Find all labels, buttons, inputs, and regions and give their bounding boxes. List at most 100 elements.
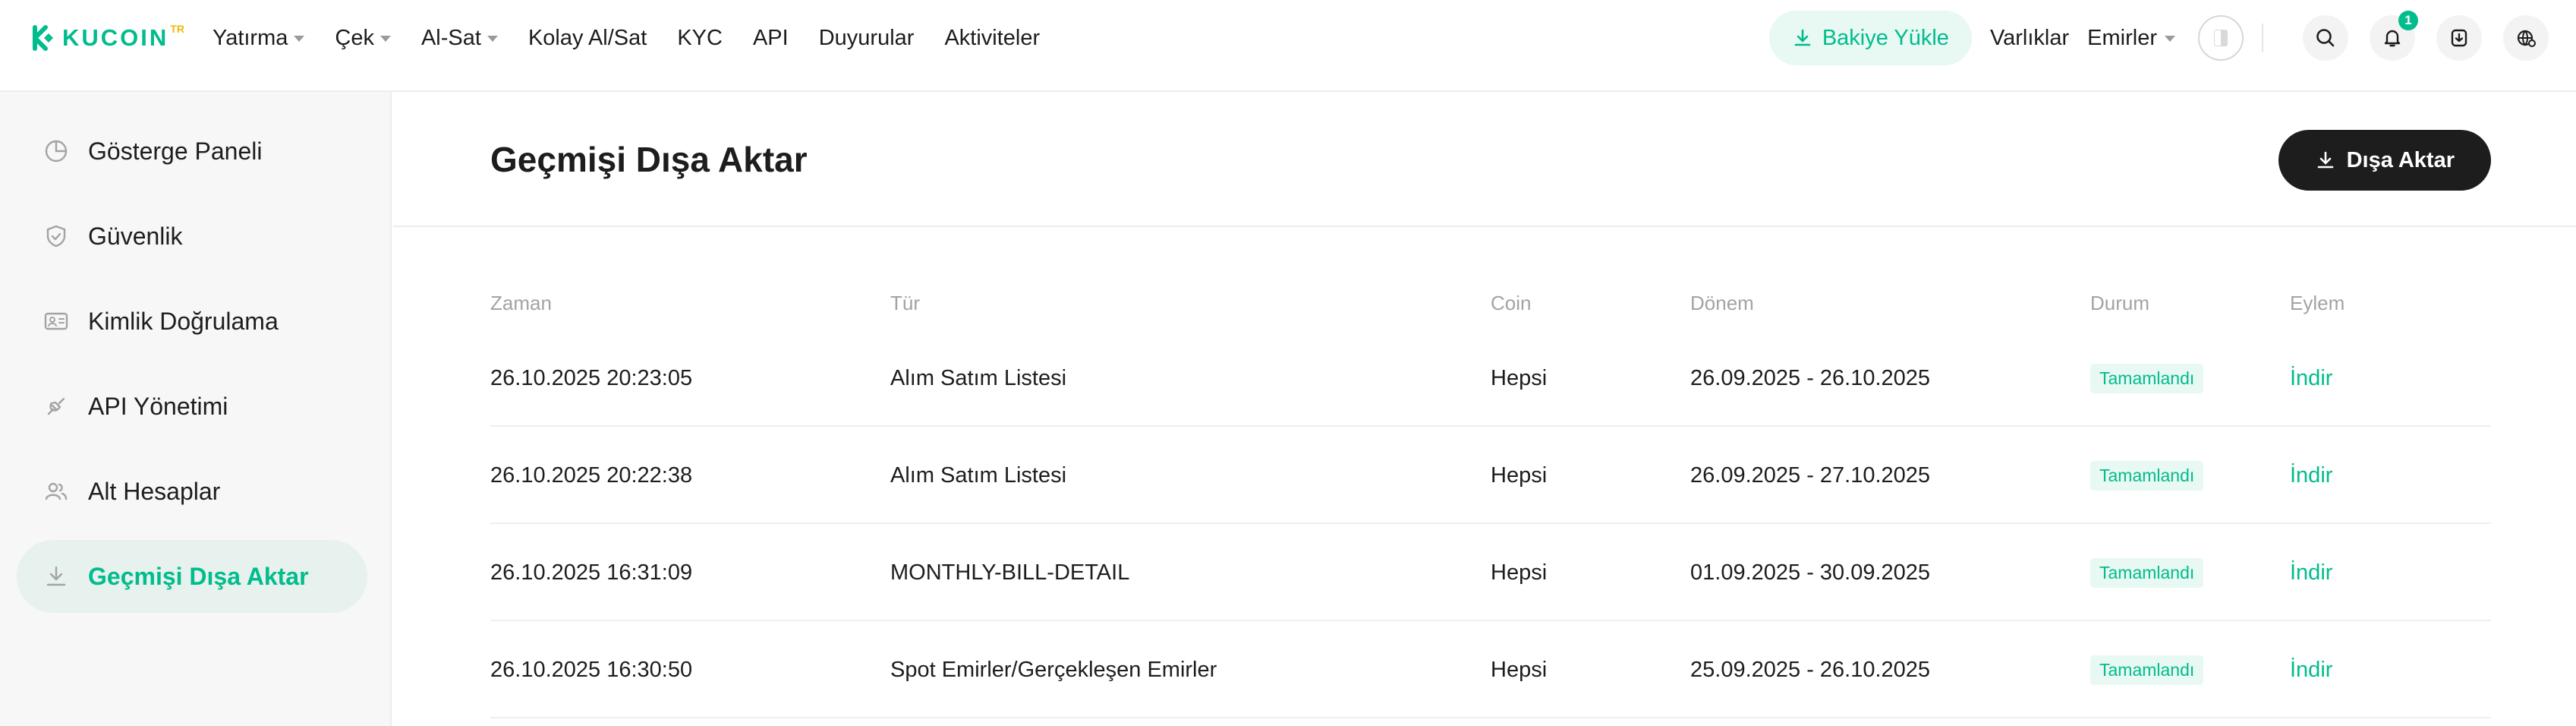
users-icon xyxy=(41,476,71,507)
theme-icon xyxy=(2214,30,2228,46)
caret-down-icon xyxy=(294,36,305,42)
sidebar-item-label: Güvenlik xyxy=(88,222,183,250)
sidebar-item-label: Alt Hesaplar xyxy=(88,477,221,505)
top-navbar: KUCOIN TR Yatırma Çek Al-Sat Kolay Al/Sa… xyxy=(0,0,2576,92)
bell-icon xyxy=(2384,30,2401,47)
sidebar-item-security[interactable]: Güvenlik xyxy=(17,200,367,273)
column-header-time: Zaman xyxy=(490,292,552,314)
cell-action: İndir xyxy=(2290,330,2332,427)
cell-period: 26.09.2025 - 26.10.2025 xyxy=(1690,365,1931,390)
notifications-button[interactable]: 1 xyxy=(2370,11,2418,61)
logo-text: KUCOIN xyxy=(62,24,169,51)
sidebar-item-label: Gösterge Paneli xyxy=(88,137,263,165)
sidebar-item-sub-accounts[interactable]: Alt Hesaplar xyxy=(17,455,367,528)
status-badge: Tamamlandı xyxy=(2090,363,2204,393)
account-sidebar: Gösterge Paneli Güvenlik Kimlik Doğrulam… xyxy=(0,92,392,726)
cell-status: Tamamlandı xyxy=(2090,621,2204,718)
nav-label: Aktiviteler xyxy=(944,25,1041,50)
nav-label: Yatırma xyxy=(213,25,288,50)
header-divider xyxy=(2262,24,2263,52)
download-icon xyxy=(41,561,71,592)
nav-label: Al-Sat xyxy=(420,25,481,50)
cell-action: İndir xyxy=(2290,427,2332,524)
nav-label: KYC xyxy=(677,25,723,50)
sidebar-item-api[interactable]: API Yönetimi xyxy=(17,370,367,443)
nav-label: Çek xyxy=(335,25,374,50)
api-plug-icon xyxy=(41,391,71,421)
cell-coin: Hepsi xyxy=(1491,657,1548,682)
status-badge: Tamamlandı xyxy=(2090,557,2204,588)
nav-kyc[interactable]: KYC xyxy=(677,26,723,51)
orders-dropdown[interactable]: Emirler xyxy=(2087,26,2175,51)
nav-label: Kolay Al/Sat xyxy=(527,25,647,50)
assets-link[interactable]: Varlıklar xyxy=(1990,26,2069,51)
download-link[interactable]: İndir xyxy=(2290,560,2332,586)
globe-icon xyxy=(2517,30,2536,47)
column-header-action: Eylem xyxy=(2290,292,2345,314)
table-row: 26.10.2025 16:31:09 MONTHLY-BILL-DETAIL … xyxy=(490,524,2491,621)
sidebar-item-dashboard[interactable]: Gösterge Paneli xyxy=(17,115,367,188)
cell-time: 26.10.2025 16:30:50 xyxy=(490,657,693,682)
export-history-table: Zaman Tür Coin Dönem Durum Eylem 26.10.2… xyxy=(490,281,2491,718)
cell-time: 26.10.2025 20:23:05 xyxy=(490,365,693,390)
nav-label: API xyxy=(752,25,789,50)
sidebar-item-export-history[interactable]: Geçmişi Dışa Aktar xyxy=(17,540,367,613)
header-actions: Bakiye Yükle Varlıklar Emirler 1 xyxy=(1768,11,2549,65)
cell-type: Alım Satım Listesi xyxy=(890,462,1067,488)
deposit-label: Bakiye Yükle xyxy=(1822,25,1949,50)
assets-label: Varlıklar xyxy=(1989,25,2070,50)
kucoin-logo-icon xyxy=(33,25,53,51)
caret-down-icon xyxy=(487,36,498,42)
cell-coin: Hepsi xyxy=(1491,462,1548,488)
cell-period: 26.09.2025 - 27.10.2025 xyxy=(1690,462,1931,488)
table-header: Zaman Tür Coin Dönem Durum Eylem xyxy=(490,281,2491,330)
column-header-status: Durum xyxy=(2090,292,2150,314)
logo-region: TR xyxy=(170,23,184,35)
nav-label: Duyurular xyxy=(818,25,915,50)
download-link[interactable]: İndir xyxy=(2290,658,2332,683)
caret-down-icon xyxy=(379,36,391,42)
sidebar-item-label: Geçmişi Dışa Aktar xyxy=(88,562,309,590)
page-title: Geçmişi Dışa Aktar xyxy=(490,140,808,179)
nav-aktiviteler[interactable]: Aktiviteler xyxy=(944,26,1040,51)
language-button[interactable] xyxy=(2503,15,2549,61)
download-box-icon xyxy=(2451,29,2467,47)
nav-yatirma[interactable]: Yatırma xyxy=(213,25,305,51)
nav-cek[interactable]: Çek xyxy=(335,26,391,51)
main-nav: Yatırma Çek Al-Sat Kolay Al/Sat KYC API … xyxy=(213,23,1040,53)
deposit-button[interactable]: Bakiye Yükle xyxy=(1768,11,1972,65)
cell-status: Tamamlandı xyxy=(2090,524,2204,621)
sidebar-item-label: Kimlik Doğrulama xyxy=(88,307,279,335)
app-download-button[interactable] xyxy=(2436,15,2482,61)
sidebar-item-identity[interactable]: Kimlik Doğrulama xyxy=(17,285,367,358)
nav-al-sat[interactable]: Al-Sat xyxy=(421,26,498,51)
orders-label: Emirler xyxy=(2087,25,2157,50)
export-button[interactable]: Dışa Aktar xyxy=(2278,130,2491,191)
cell-status: Tamamlandı xyxy=(2090,330,2204,427)
search-button[interactable] xyxy=(2303,15,2348,61)
table-row: 26.10.2025 20:22:38 Alım Satım Listesi H… xyxy=(490,427,2491,524)
cell-time: 26.10.2025 20:22:38 xyxy=(490,462,693,488)
caret-down-icon xyxy=(2165,36,2175,42)
cell-coin: Hepsi xyxy=(1491,560,1548,585)
pie-chart-icon xyxy=(41,136,71,166)
shield-icon xyxy=(41,221,71,251)
download-link[interactable]: İndir xyxy=(2290,366,2332,391)
nav-kolay-al-sat[interactable]: Kolay Al/Sat xyxy=(528,26,647,51)
nav-api[interactable]: API xyxy=(753,26,789,51)
download-link[interactable]: İndir xyxy=(2290,463,2332,488)
table-row: 26.10.2025 16:30:50 Spot Emirler/Gerçekl… xyxy=(490,621,2491,718)
column-header-coin: Coin xyxy=(1491,292,1532,314)
theme-toggle[interactable] xyxy=(2198,15,2244,61)
sidebar-item-label: API Yönetimi xyxy=(88,392,228,420)
nav-duyurular[interactable]: Duyurular xyxy=(819,26,915,51)
download-icon xyxy=(1794,29,1811,46)
status-badge: Tamamlandı xyxy=(2090,460,2204,491)
search-icon xyxy=(2316,29,2335,47)
cell-type: MONTHLY-BILL-DETAIL xyxy=(890,560,1130,585)
status-badge: Tamamlandı xyxy=(2090,655,2204,685)
notification-badge: 1 xyxy=(2398,11,2418,30)
kucoin-logo[interactable]: KUCOIN TR xyxy=(27,23,184,53)
cell-time: 26.10.2025 16:31:09 xyxy=(490,560,693,585)
cell-action: İndir xyxy=(2290,621,2332,718)
